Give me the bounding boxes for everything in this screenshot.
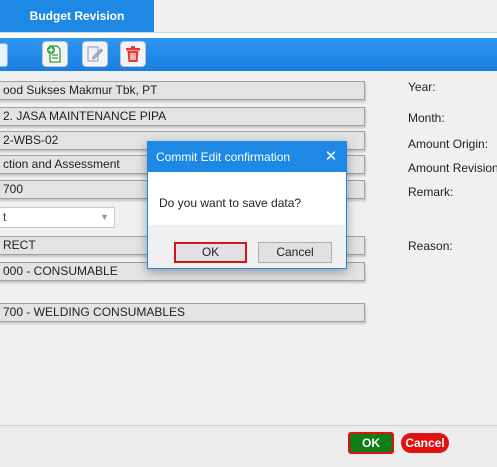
- tab-strip: Budget Revision: [0, 0, 497, 33]
- add-document-button[interactable]: [42, 41, 68, 67]
- amount-origin-label: Amount Origin:: [408, 137, 489, 151]
- dialog-body: Do you want to save data?: [148, 172, 346, 225]
- cancel-button[interactable]: Cancel: [401, 433, 449, 453]
- year-label: Year:: [408, 80, 436, 94]
- project-field[interactable]: 2. JASA MAINTENANCE PIPA: [0, 107, 365, 126]
- toolbar-handle[interactable]: [0, 43, 8, 67]
- trash-icon: [126, 46, 140, 62]
- type-select-value: t: [3, 210, 7, 224]
- close-icon[interactable]: ✕: [316, 142, 346, 172]
- sub-account-field[interactable]: 700 - WELDING CONSUMABLES: [0, 303, 365, 322]
- dialog-ok-button[interactable]: OK: [174, 242, 247, 263]
- toolbar: [0, 38, 497, 71]
- ok-button[interactable]: OK: [348, 432, 394, 454]
- company-field[interactable]: ood Sukses Makmur Tbk, PT: [0, 81, 365, 100]
- chevron-down-icon: ▼: [100, 212, 109, 222]
- dialog-cancel-button[interactable]: Cancel: [258, 242, 332, 263]
- amount-revision-label: Amount Revision: [408, 161, 497, 175]
- edit-document-button[interactable]: [82, 41, 108, 67]
- remark-label: Remark:: [408, 185, 454, 199]
- type-select[interactable]: t ▼: [0, 207, 115, 228]
- commit-confirmation-dialog: Commit Edit confirmation ✕ Do you want t…: [147, 141, 347, 269]
- dialog-message: Do you want to save data?: [159, 196, 302, 210]
- add-document-icon: [47, 45, 61, 63]
- edit-document-icon: [87, 46, 104, 62]
- reason-label: Reason:: [408, 239, 453, 253]
- month-label: Month:: [408, 111, 445, 125]
- tab-budget-revision[interactable]: Budget Revision: [0, 0, 154, 32]
- delete-button[interactable]: [120, 41, 146, 67]
